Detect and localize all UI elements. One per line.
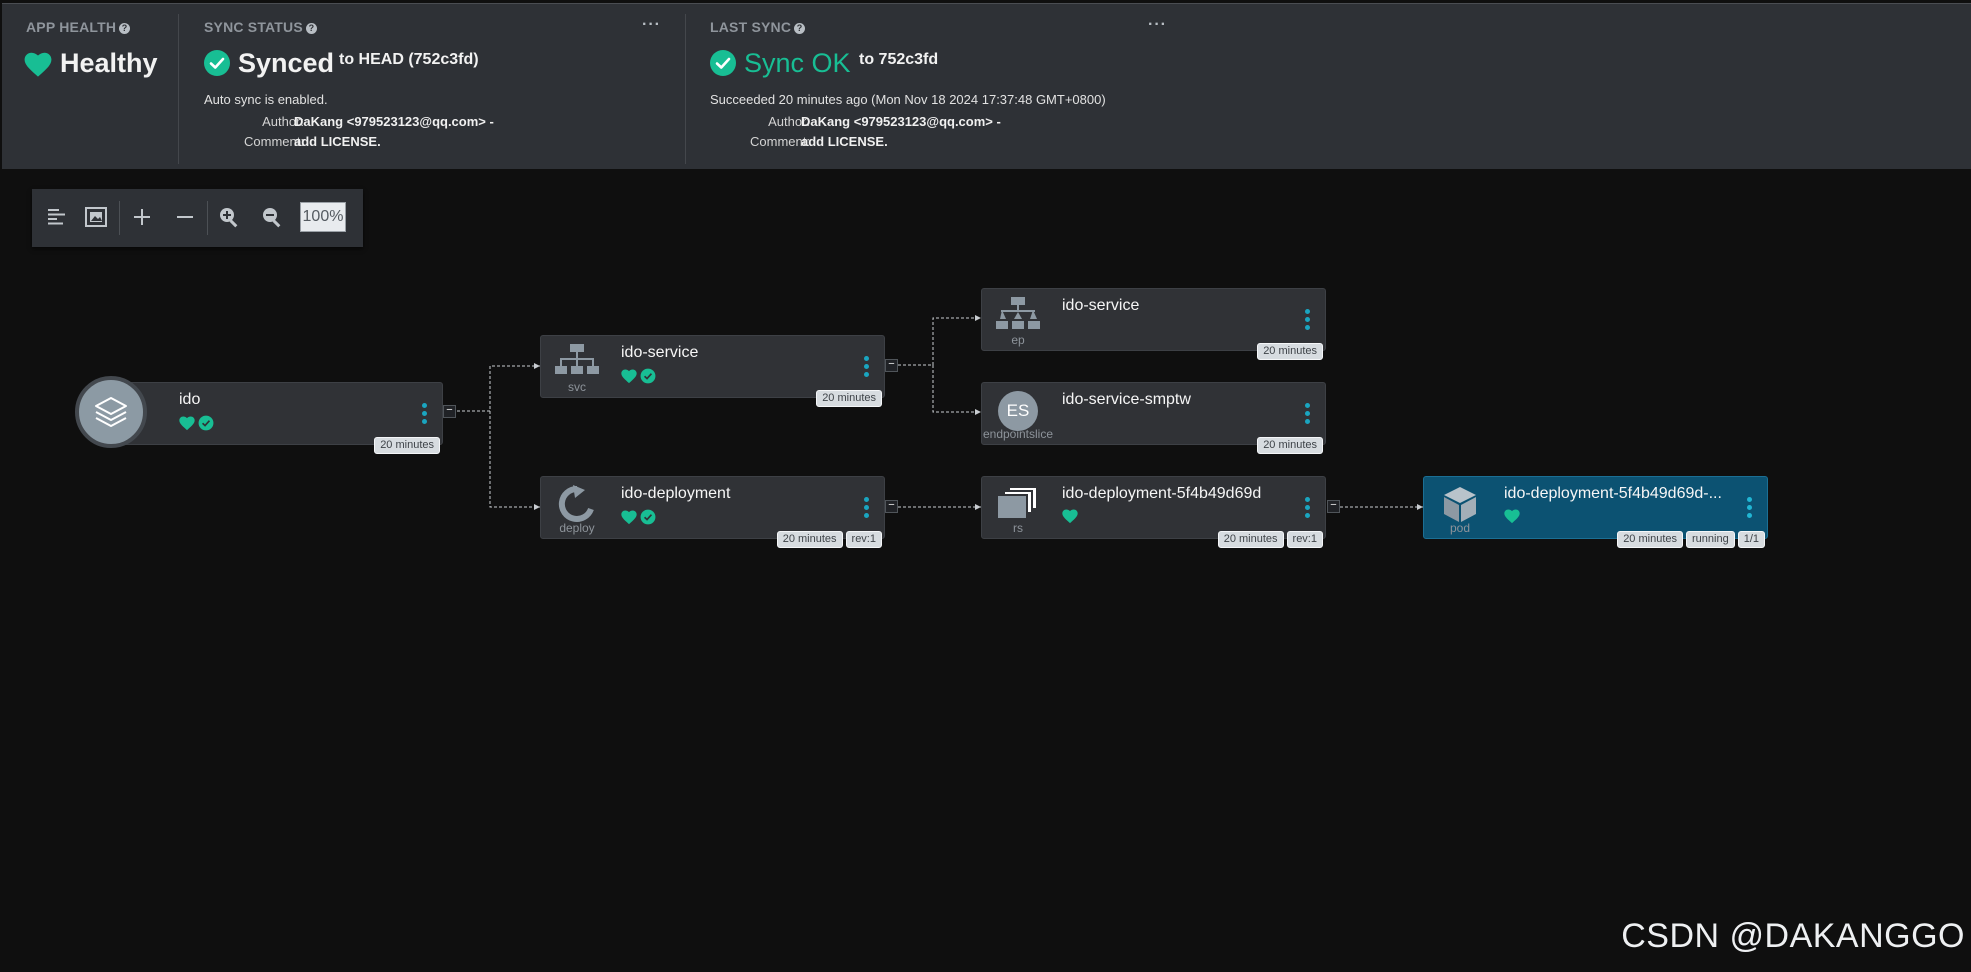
node-menu-button[interactable] [864, 356, 870, 380]
heart-icon [621, 510, 637, 524]
age-tag: 20 minutes [374, 437, 440, 454]
node-name: ido-service [621, 344, 699, 361]
collapse-toggle[interactable]: − [885, 500, 898, 513]
collapse-toggle[interactable]: − [885, 359, 898, 372]
endpoints-icon [996, 297, 1040, 329]
endpointslice-icon-text: ES [1006, 401, 1030, 420]
node-tags: 20 minutes [1257, 437, 1323, 454]
node-badges [1504, 509, 1520, 524]
app-node-body[interactable]: ido 20 minutes [105, 382, 443, 454]
resource-node-endpointslice[interactable]: ES endpointslice ido-service-smptw 20 mi… [981, 382, 1326, 454]
age-tag: 20 minutes [776, 531, 843, 548]
node-menu-button[interactable] [1305, 309, 1311, 333]
node-menu-button[interactable] [1305, 497, 1311, 521]
node-kind-label: deploy [559, 521, 595, 535]
node-tags: 20 minutes [816, 390, 882, 407]
node-tags: 20 minutes [1257, 343, 1323, 360]
service-icon [555, 344, 599, 374]
replicaset-icon [996, 486, 1038, 520]
node-name: ido-deployment-5f4b49d69d-... [1504, 485, 1722, 502]
resource-node-pod[interactable]: pod ido-deployment-5f4b49d69d-... 20 min… [1423, 476, 1768, 548]
check-circle-icon [640, 368, 656, 384]
layers-icon [95, 397, 127, 427]
cube-icon [1444, 487, 1476, 522]
age-tag: 20 minutes [1217, 531, 1284, 548]
resource-node-svc[interactable]: svc ido-service 20 minutes [540, 335, 885, 407]
node-kind-label: svc [568, 380, 586, 394]
node-badges [1062, 509, 1078, 524]
check-circle-icon [640, 509, 656, 525]
revision-tag: rev:1 [1286, 531, 1323, 548]
node-menu-button[interactable] [422, 403, 428, 427]
watermark-text: CSDN @DAKANGGO [1621, 917, 1965, 955]
node-badges [621, 368, 656, 384]
pod-status-tag: running [1686, 531, 1735, 548]
node-kind-label: ep [1011, 333, 1025, 347]
node-tags: 20 minutes [374, 437, 440, 454]
app-node-ido[interactable]: ido 20 minutes [75, 376, 443, 454]
node-menu-button[interactable] [1747, 497, 1753, 521]
app-icon-circle [75, 376, 147, 448]
collapse-toggle[interactable]: − [1327, 500, 1340, 513]
app-node-badges [179, 415, 214, 431]
node-name: ido-deployment [621, 485, 731, 502]
node-kind-label: pod [1449, 521, 1471, 535]
check-circle-icon [198, 415, 214, 431]
node-name: ido-service [1062, 297, 1140, 314]
redeploy-icon [558, 485, 594, 522]
pod-ready-tag: 1/1 [1737, 531, 1765, 548]
age-tag: 20 minutes [1257, 343, 1323, 360]
revision-tag: rev:1 [845, 531, 882, 548]
heart-icon [1062, 509, 1078, 524]
resource-node-ep[interactable]: ep ido-service 20 minutes [981, 288, 1326, 360]
edge-svc-to-es [932, 365, 981, 413]
resource-node-deploy[interactable]: deploy ido-deployment 20 minutes rev:1 [540, 476, 885, 548]
age-tag: 20 minutes [816, 390, 882, 407]
node-tags: 20 minutes running 1/1 [1617, 531, 1765, 548]
age-tag: 20 minutes [1257, 437, 1323, 454]
edge-app-to-deploy [489, 411, 540, 508]
node-kind-label: rs [1013, 521, 1023, 535]
node-menu-button[interactable] [864, 497, 870, 521]
age-tag: 20 minutes [1617, 531, 1683, 548]
node-kind-label: endpointslice [982, 427, 1054, 441]
node-menu-button[interactable] [1305, 403, 1311, 427]
heart-icon [621, 369, 637, 383]
heart-icon [1504, 509, 1520, 524]
node-tags: 20 minutes rev:1 [1217, 531, 1323, 548]
edge-app-to-svc [457, 365, 540, 412]
heart-icon [179, 416, 195, 430]
collapse-toggle[interactable]: − [443, 405, 456, 418]
node-badges [621, 509, 656, 525]
endpointslice-icon: ES [998, 391, 1038, 431]
node-tags: 20 minutes rev:1 [776, 531, 882, 548]
resource-node-rs[interactable]: rs ido-deployment-5f4b49d69d 20 minutes … [981, 476, 1326, 548]
node-name: ido-service-smptw [1062, 391, 1191, 408]
node-name: ido-deployment-5f4b49d69d [1062, 485, 1262, 502]
edge-svc-to-ep [898, 317, 981, 366]
app-node-name: ido [179, 391, 201, 408]
